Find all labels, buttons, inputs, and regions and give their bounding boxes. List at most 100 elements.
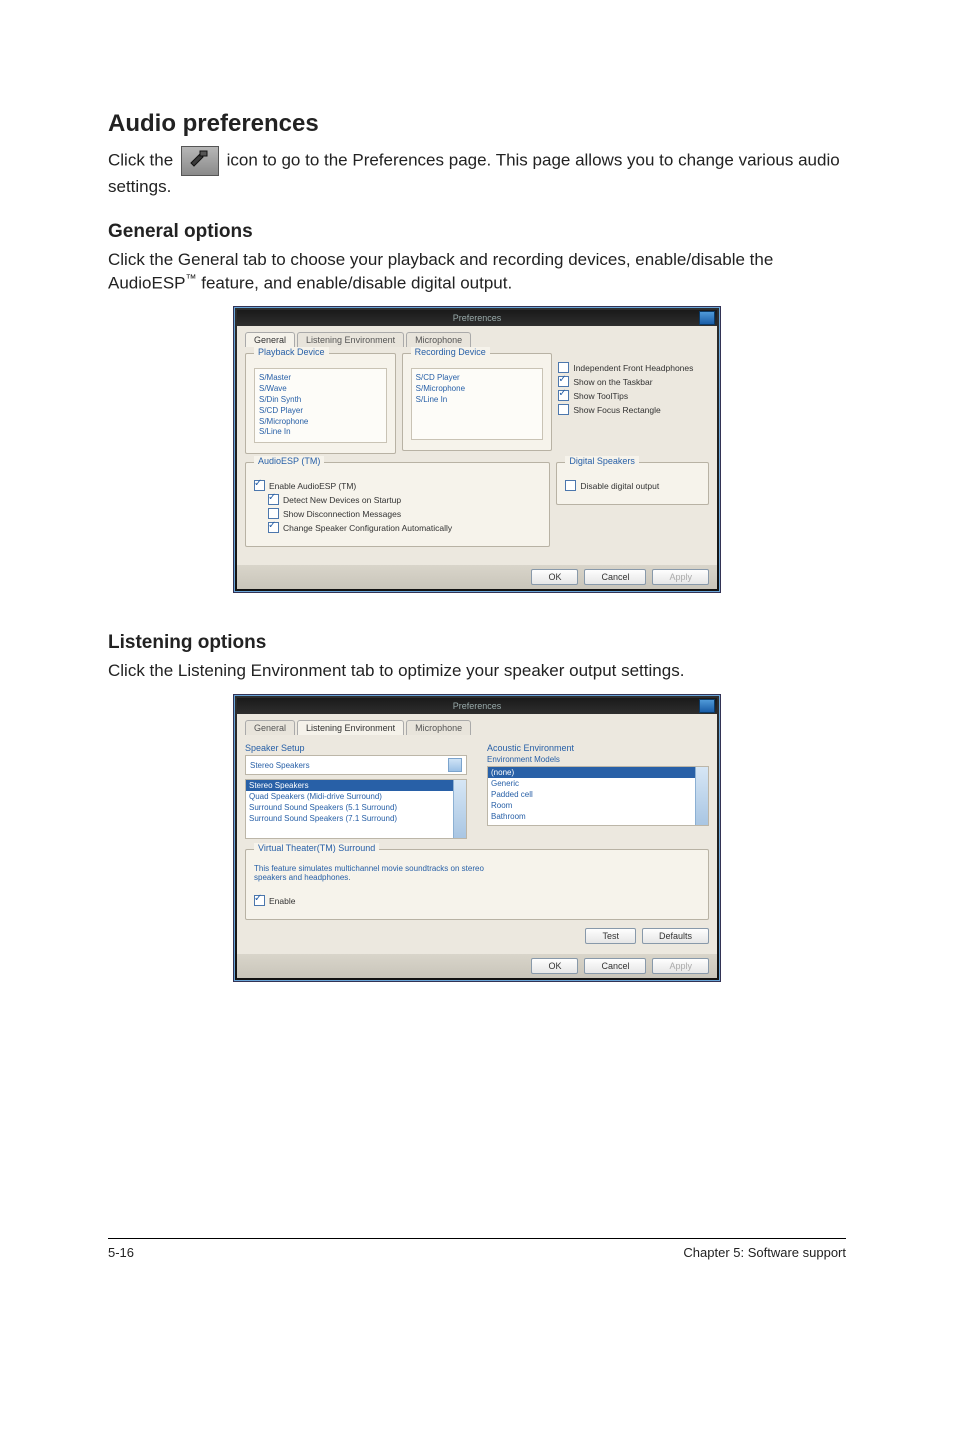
check-label: Detect New Devices on Startup (283, 495, 401, 505)
checkbox-virtual-theater-enable[interactable] (254, 895, 265, 906)
checkbox-detect-new-devices[interactable] (268, 494, 279, 505)
list-item[interactable]: S/Line In (259, 427, 382, 438)
list-item[interactable]: Stereo Speakers (246, 780, 466, 791)
list-item[interactable]: S/CD Player (416, 373, 539, 384)
tab-general[interactable]: General (245, 720, 295, 735)
list-item[interactable]: S/Master (259, 373, 382, 384)
paragraph-listening-desc: Click the Listening Environment tab to o… (108, 660, 846, 683)
label-speaker-setup: Speaker Setup (245, 743, 467, 753)
check-label: Show Focus Rectangle (573, 405, 660, 415)
checkbox-show-taskbar[interactable] (558, 376, 569, 387)
list-item[interactable]: Padded cell (488, 789, 708, 800)
group-digital-speakers: Digital Speakers Disable digital output (556, 462, 709, 505)
check-label: Show on the Taskbar (573, 377, 652, 387)
check-label: Enable AudioESP (TM) (269, 481, 356, 491)
list-item[interactable]: S/Microphone (416, 384, 539, 395)
speaker-setup-combo[interactable]: Stereo Speakers (245, 755, 467, 775)
test-button[interactable]: Test (585, 928, 636, 944)
hammer-icon (181, 146, 219, 176)
chevron-down-icon[interactable] (448, 758, 462, 772)
check-label: Independent Front Headphones (573, 363, 693, 373)
combo-value: Stereo Speakers (250, 761, 310, 770)
cancel-button[interactable]: Cancel (584, 569, 646, 585)
group-virtual-theater: Virtual Theater(TM) Surround This featur… (245, 849, 709, 920)
dialog-button-bar: OK Cancel Apply (237, 565, 717, 589)
list-item[interactable]: Bathroom (488, 811, 708, 822)
heading-audio-preferences: Audio preferences (108, 110, 846, 138)
legend-digital: Digital Speakers (565, 456, 639, 466)
check-label: Show ToolTips (573, 391, 628, 401)
tabs-row: General Listening Environment Microphone (245, 720, 709, 735)
dialog-title-text: Preferences (453, 313, 502, 323)
group-recording-device: Recording Device S/CD Player S/Microphon… (402, 353, 553, 451)
tab-general[interactable]: General (245, 332, 295, 347)
tab-listening-environment[interactable]: Listening Environment (297, 332, 404, 347)
defaults-button[interactable]: Defaults (642, 928, 709, 944)
dialog-title-text: Preferences (453, 701, 502, 711)
legend-playback: Playback Device (254, 347, 329, 357)
check-label: Disable digital output (580, 481, 659, 491)
preferences-dialog-general: Preferences General Listening Environmen… (234, 307, 720, 592)
list-item[interactable]: S/Microphone (259, 417, 382, 428)
ok-button[interactable]: OK (531, 958, 578, 974)
heading-listening-options: Listening options (108, 632, 846, 654)
list-item[interactable]: Generic (488, 778, 708, 789)
checkbox-enable-audioesp[interactable] (254, 480, 265, 491)
list-item[interactable]: Quad Speakers (Midi-drive Surround) (246, 791, 466, 802)
tab-microphone[interactable]: Microphone (406, 332, 471, 347)
checkbox-show-disconnection[interactable] (268, 508, 279, 519)
legend-recording: Recording Device (411, 347, 490, 357)
checkbox-show-tooltips[interactable] (558, 390, 569, 401)
label-acoustic-environment: Acoustic Environment (487, 743, 709, 753)
check-label: Show Disconnection Messages (283, 509, 401, 519)
apply-button[interactable]: Apply (652, 569, 709, 585)
checkbox-independent-front-headphones[interactable] (558, 362, 569, 373)
checkbox-show-focus-rectangle[interactable] (558, 404, 569, 415)
legend-virtual-theater: Virtual Theater(TM) Surround (254, 843, 379, 853)
checkbox-disable-digital-output[interactable] (565, 480, 576, 491)
label-environment-models: Environment Models (487, 755, 709, 764)
group-audioesp: AudioESP (TM) Enable AudioESP (TM) Detec… (245, 462, 550, 547)
legend-audioesp: AudioESP (TM) (254, 456, 324, 466)
close-icon[interactable] (699, 311, 715, 325)
list-item[interactable]: Surround Sound Speakers (5.1 Surround) (246, 802, 466, 813)
list-item[interactable]: Room (488, 800, 708, 811)
ok-button[interactable]: OK (531, 569, 578, 585)
dialog-button-bar: OK Cancel Apply (237, 954, 717, 978)
paragraph-click-icon: Click the icon to go to the Preferences … (108, 146, 846, 199)
playback-device-list[interactable]: S/Master S/Wave S/Din Synth S/CD Player … (254, 368, 387, 443)
cancel-button[interactable]: Cancel (584, 958, 646, 974)
text-tm: ™ (186, 273, 197, 285)
environment-models-list[interactable]: (none) Generic Padded cell Room Bathroom (487, 766, 709, 826)
paragraph-general-desc: Click the General tab to choose your pla… (108, 249, 846, 296)
check-label: Change Speaker Configuration Automatical… (283, 523, 452, 533)
text-click-pre: Click the (108, 150, 178, 169)
apply-button[interactable]: Apply (652, 958, 709, 974)
scrollbar[interactable] (453, 780, 466, 838)
list-item[interactable]: S/Din Synth (259, 395, 382, 406)
scrollbar[interactable] (695, 767, 708, 825)
dialog-titlebar: Preferences (237, 698, 717, 714)
group-playback-device: Playback Device S/Master S/Wave S/Din Sy… (245, 353, 396, 454)
tab-microphone[interactable]: Microphone (406, 720, 471, 735)
checkbox-change-speaker-config[interactable] (268, 522, 279, 533)
list-item[interactable]: S/Line In (416, 395, 539, 406)
text-general-2: feature, and enable/disable digital outp… (197, 274, 513, 293)
preferences-dialog-listening: Preferences General Listening Environmen… (234, 695, 720, 981)
list-item[interactable]: S/CD Player (259, 406, 382, 417)
list-item[interactable]: Surround Sound Speakers (7.1 Surround) (246, 813, 466, 824)
page-footer: 5-16 Chapter 5: Software support (108, 1238, 846, 1260)
dialog-titlebar: Preferences (237, 310, 717, 326)
virtual-theater-description: This feature simulates multichannel movi… (254, 864, 494, 882)
check-label: Enable (269, 896, 295, 906)
list-item[interactable]: S/Wave (259, 384, 382, 395)
heading-general-options: General options (108, 221, 846, 243)
list-item[interactable]: (none) (488, 767, 708, 778)
close-icon[interactable] (699, 699, 715, 713)
tab-listening-environment[interactable]: Listening Environment (297, 720, 404, 735)
footer-page-number: 5-16 (108, 1245, 134, 1260)
speaker-setup-list[interactable]: Stereo Speakers Quad Speakers (Midi-driv… (245, 779, 467, 839)
footer-chapter: Chapter 5: Software support (683, 1245, 846, 1260)
recording-device-list[interactable]: S/CD Player S/Microphone S/Line In (411, 368, 544, 440)
tabs-row: General Listening Environment Microphone (245, 332, 709, 347)
